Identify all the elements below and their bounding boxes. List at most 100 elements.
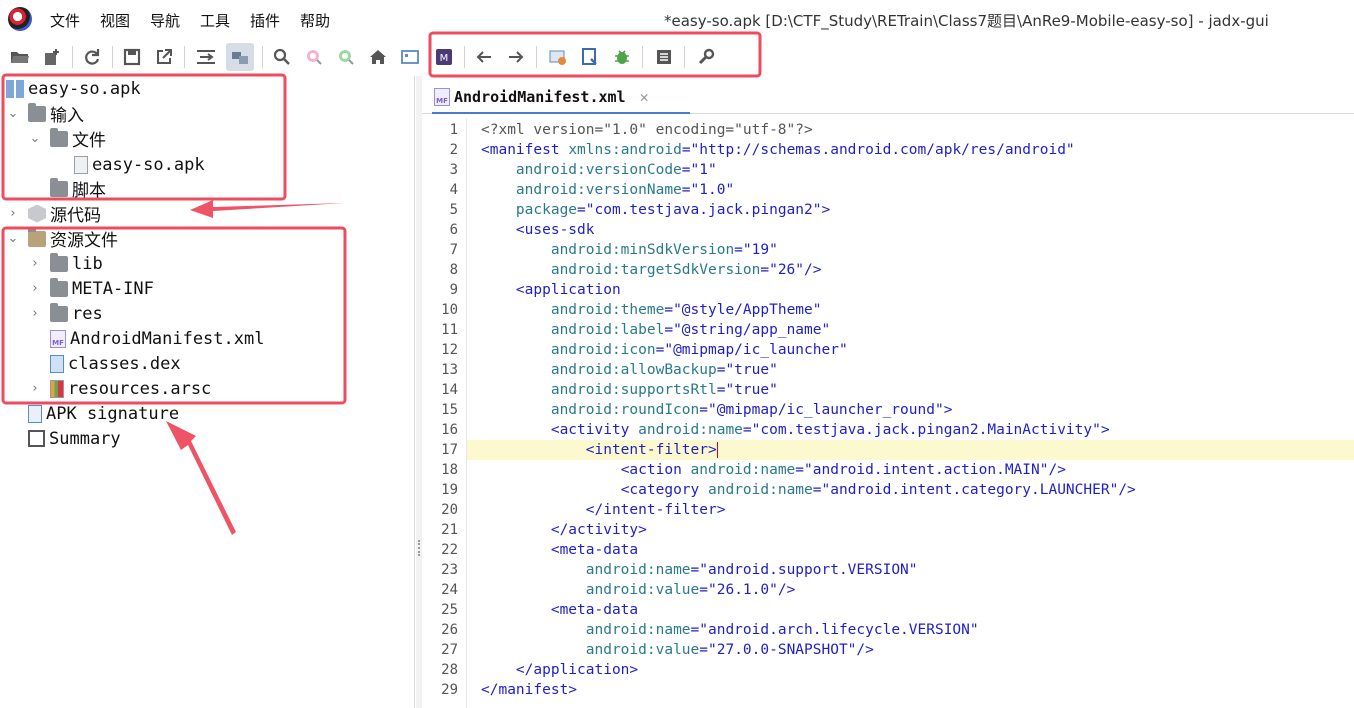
code-token-indent: [481, 362, 551, 378]
code-token-indent: [481, 662, 516, 678]
code-line[interactable]: </manifest>: [467, 680, 1354, 700]
debugger-icon[interactable]: [608, 43, 636, 71]
code-line[interactable]: android:value="26.1.0"/>: [467, 580, 1354, 600]
tree-item-input[interactable]: ⌄ 输入: [6, 101, 84, 126]
code-editor[interactable]: <?xml version="1.0" encoding="utf-8"?> <m…: [467, 118, 1354, 708]
code-line[interactable]: android:value="27.0.0-SNAPSHOT"/>: [467, 640, 1354, 660]
smali-icon[interactable]: M: [430, 43, 458, 71]
tree-item-apk-signature[interactable]: APK signature: [28, 401, 179, 426]
chevron-right-icon[interactable]: ›: [28, 306, 42, 321]
code-line[interactable]: </intent-filter>: [467, 500, 1354, 520]
code-line[interactable]: android:theme="@style/AppTheme": [467, 300, 1354, 320]
code-line-text: android:roundIcon="@mipmap/ic_launcher_r…: [467, 402, 953, 418]
add-files-icon[interactable]: [38, 43, 66, 71]
code-line-text: <uses-sdk: [467, 222, 595, 238]
code-line[interactable]: android:allowBackup="true": [467, 360, 1354, 380]
code-token-attr: android:name: [638, 422, 743, 438]
tree-item-resources[interactable]: ⌄ 资源文件: [6, 226, 118, 251]
code-line[interactable]: android:versionName="1.0": [467, 180, 1354, 200]
splitter-grip-icon[interactable]: [418, 540, 421, 556]
line-number: 28: [441, 662, 458, 678]
save-icon[interactable]: [118, 43, 146, 71]
tree-item-res[interactable]: › res: [28, 301, 103, 326]
chevron-right-icon[interactable]: ›: [28, 381, 42, 396]
open-folder-icon[interactable]: [6, 43, 34, 71]
code-line[interactable]: <uses-sdk: [467, 220, 1354, 240]
code-line[interactable]: <meta-data: [467, 600, 1354, 620]
code-line[interactable]: <meta-data: [467, 540, 1354, 560]
code-line[interactable]: <application: [467, 280, 1354, 300]
log-viewer-icon[interactable]: [650, 43, 678, 71]
decompile-all-icon[interactable]: [576, 43, 604, 71]
tab-android-manifest[interactable]: MF AndroidManifest.xml ✕: [434, 82, 649, 112]
code-token-attr: android:theme: [550, 302, 665, 318]
chevron-down-icon[interactable]: ⌄: [28, 131, 42, 146]
tree-item-meta-inf[interactable]: › META-INF: [28, 276, 154, 301]
chevron-down-icon[interactable]: ⌄: [6, 106, 20, 121]
code-token-tag: =: [760, 262, 770, 278]
menu-plugins[interactable]: 插件: [250, 10, 280, 31]
code-line[interactable]: android:name="android.arch.lifecycle.VER…: [467, 620, 1354, 640]
code-line[interactable]: <action android:name="android.intent.act…: [467, 460, 1354, 480]
tree-item-resources-arsc[interactable]: › resources.arsc: [28, 376, 211, 401]
reload-icon[interactable]: [78, 43, 106, 71]
code-line[interactable]: </application>: [467, 660, 1354, 680]
line-number: 14: [441, 382, 458, 398]
tree-item-manifest[interactable]: MF AndroidManifest.xml: [50, 326, 264, 351]
tree-item-classes-dex[interactable]: classes.dex: [50, 351, 181, 376]
deobfuscation-icon[interactable]: [544, 43, 572, 71]
back-icon[interactable]: [470, 43, 498, 71]
text-search-icon[interactable]: [332, 43, 360, 71]
code-line[interactable]: <activity android:name="com.testjava.jac…: [467, 420, 1354, 440]
chevron-right-icon[interactable]: ›: [28, 281, 42, 296]
tree-item-source-code[interactable]: › 源代码: [6, 201, 101, 226]
code-line[interactable]: android:label="@string/app_name": [467, 320, 1354, 340]
search-icon[interactable]: [268, 43, 296, 71]
code-line[interactable]: android:roundIcon="@mipmap/ic_launcher_r…: [467, 400, 1354, 420]
code-line[interactable]: android:targetSdkVersion="26"/>: [467, 260, 1354, 280]
preview-tab-icon[interactable]: [396, 43, 424, 71]
code-token-tag: <intent-filter>: [585, 442, 717, 458]
menu-tools[interactable]: 工具: [200, 10, 230, 31]
code-line[interactable]: android:minSdkVersion="19": [467, 240, 1354, 260]
code-line[interactable]: android:icon="@mipmap/ic_launcher": [467, 340, 1354, 360]
code-line-text: android:allowBackup="true": [467, 362, 778, 378]
tree-item-files[interactable]: ⌄ 文件: [28, 126, 106, 151]
preferences-icon[interactable]: [692, 43, 720, 71]
sync-tree-icon[interactable]: [192, 43, 220, 71]
chevron-right-icon[interactable]: ›: [28, 256, 42, 271]
code-token-indent: [481, 182, 516, 198]
close-icon[interactable]: ✕: [640, 88, 649, 106]
find-usage-icon[interactable]: [300, 43, 328, 71]
tree-item-lib[interactable]: › lib: [28, 251, 103, 276]
menu-help[interactable]: 帮助: [300, 10, 330, 31]
current-code-line[interactable]: <intent-filter>: [467, 440, 1354, 460]
tree-item-apk-file[interactable]: easy-so.apk: [74, 152, 205, 177]
home-icon[interactable]: [364, 43, 392, 71]
menu-file[interactable]: 文件: [50, 10, 80, 31]
chevron-down-icon[interactable]: ⌄: [6, 231, 20, 246]
code-line[interactable]: <?xml version="1.0" encoding="utf-8"?>: [467, 120, 1354, 140]
forward-icon[interactable]: [502, 43, 530, 71]
code-token-indent: [481, 622, 586, 638]
export-icon[interactable]: [150, 43, 178, 71]
signature-icon: [28, 404, 42, 423]
tree-root-apk[interactable]: easy-so.apk: [6, 76, 141, 101]
code-line[interactable]: android:supportsRtl="true": [467, 380, 1354, 400]
code-token-indent: [481, 242, 551, 258]
chevron-right-icon[interactable]: ›: [6, 206, 20, 221]
menu-view[interactable]: 视图: [100, 10, 130, 31]
code-line[interactable]: <manifest xmlns:android="http://schemas.…: [467, 140, 1354, 160]
code-line[interactable]: </activity>: [467, 520, 1354, 540]
code-line[interactable]: <category android:name="android.intent.c…: [467, 480, 1354, 500]
tree-item-scripts[interactable]: 脚本: [50, 176, 106, 201]
code-line[interactable]: android:versionCode="1": [467, 160, 1354, 180]
menu-navigation[interactable]: 导航: [150, 10, 180, 31]
code-line[interactable]: package="com.testjava.jack.pingan2">: [467, 200, 1354, 220]
resources-folder-icon: [28, 227, 46, 247]
code-line[interactable]: android:name="android.support.VERSION": [467, 560, 1354, 580]
tree-item-summary[interactable]: Summary: [28, 426, 121, 451]
flatten-packages-icon[interactable]: [226, 43, 254, 71]
toolbar-separator: [684, 46, 685, 68]
line-number: 1: [449, 122, 458, 138]
